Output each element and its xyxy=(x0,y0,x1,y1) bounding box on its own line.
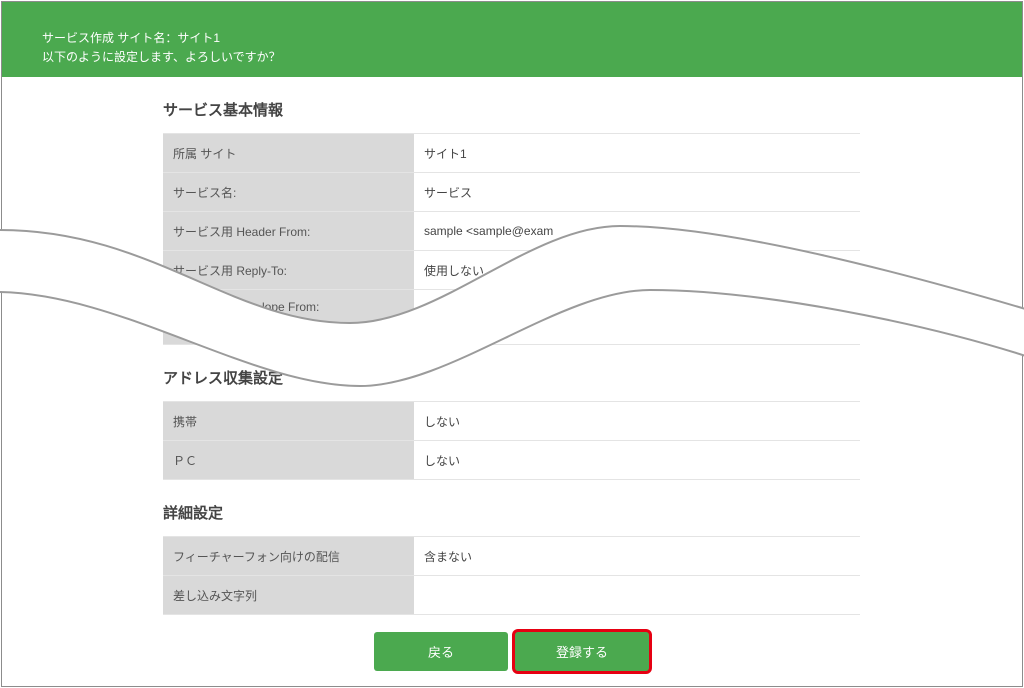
row-label: サービス用 Header From: xyxy=(163,212,414,250)
row-value: sample <sample@exam xyxy=(424,224,554,238)
table-row: ＰＣ しない xyxy=(163,441,860,480)
section-heading-basic-info: サービス基本情報 xyxy=(163,102,284,119)
address-collection-table: 携帯 しない ＰＣ しない xyxy=(163,401,860,480)
page-frame: サービス作成 サイト名：サイト1 以下のように設定します、よろしいですか？ サー… xyxy=(1,1,1023,687)
table-row: lope From: xyxy=(163,290,860,345)
confirm-content: サービス基本情報 所属 サイト サイト1 サービス名: サービス サービス用 H… xyxy=(163,77,860,671)
row-label: lope From: xyxy=(163,290,414,344)
row-value xyxy=(414,576,860,614)
table-row: 差し込み文字列 xyxy=(163,576,860,615)
register-button[interactable]: 登録する xyxy=(515,632,649,671)
row-value: サイト1 xyxy=(424,146,467,161)
table-row: 携帯 しない xyxy=(163,402,860,441)
table-row: サービス名: サービス xyxy=(163,173,860,212)
section-heading-details: 詳細設定 xyxy=(163,505,224,522)
back-button[interactable]: 戻る xyxy=(374,632,508,671)
row-value: 使用しない xyxy=(424,263,485,278)
header-message: 以下のように設定します、よろしいですか？ xyxy=(42,50,281,64)
table-row: 所属 サイト サイト1 xyxy=(163,134,860,173)
row-value: サービス xyxy=(424,185,473,200)
row-label: 携帯 xyxy=(163,402,414,440)
row-label: サービス名: xyxy=(163,173,414,211)
basic-info-table: 所属 サイト サイト1 サービス名: サービス サービス用 Header Fro… xyxy=(163,133,860,345)
row-value: しない xyxy=(424,453,461,468)
row-label: ＰＣ xyxy=(163,441,414,479)
row-label: フィーチャーフォン向けの配信 xyxy=(163,537,414,575)
row-label: 所属 サイト xyxy=(163,134,414,172)
row-value: しない xyxy=(424,414,461,429)
row-value xyxy=(414,290,860,344)
row-label: 差し込み文字列 xyxy=(163,576,414,614)
section-heading-address-collection: アドレス収集設定 xyxy=(163,370,284,387)
confirm-header: サービス作成 サイト名：サイト1 以下のように設定します、よろしいですか？ xyxy=(2,2,1022,77)
button-bar: 戻る 登録する xyxy=(163,632,860,671)
table-row: フィーチャーフォン向けの配信 含まない xyxy=(163,537,860,576)
header-title: サービス作成 サイト名：サイト1 xyxy=(42,31,221,45)
table-row: サービス用 Reply-To: 使用しない xyxy=(163,251,860,290)
row-label: サービス用 Reply-To: xyxy=(163,251,414,289)
row-value: 含まない xyxy=(424,549,473,564)
table-row: サービス用 Header From: sample <sample@exam xyxy=(163,212,860,251)
details-table: フィーチャーフォン向けの配信 含まない 差し込み文字列 xyxy=(163,536,860,615)
